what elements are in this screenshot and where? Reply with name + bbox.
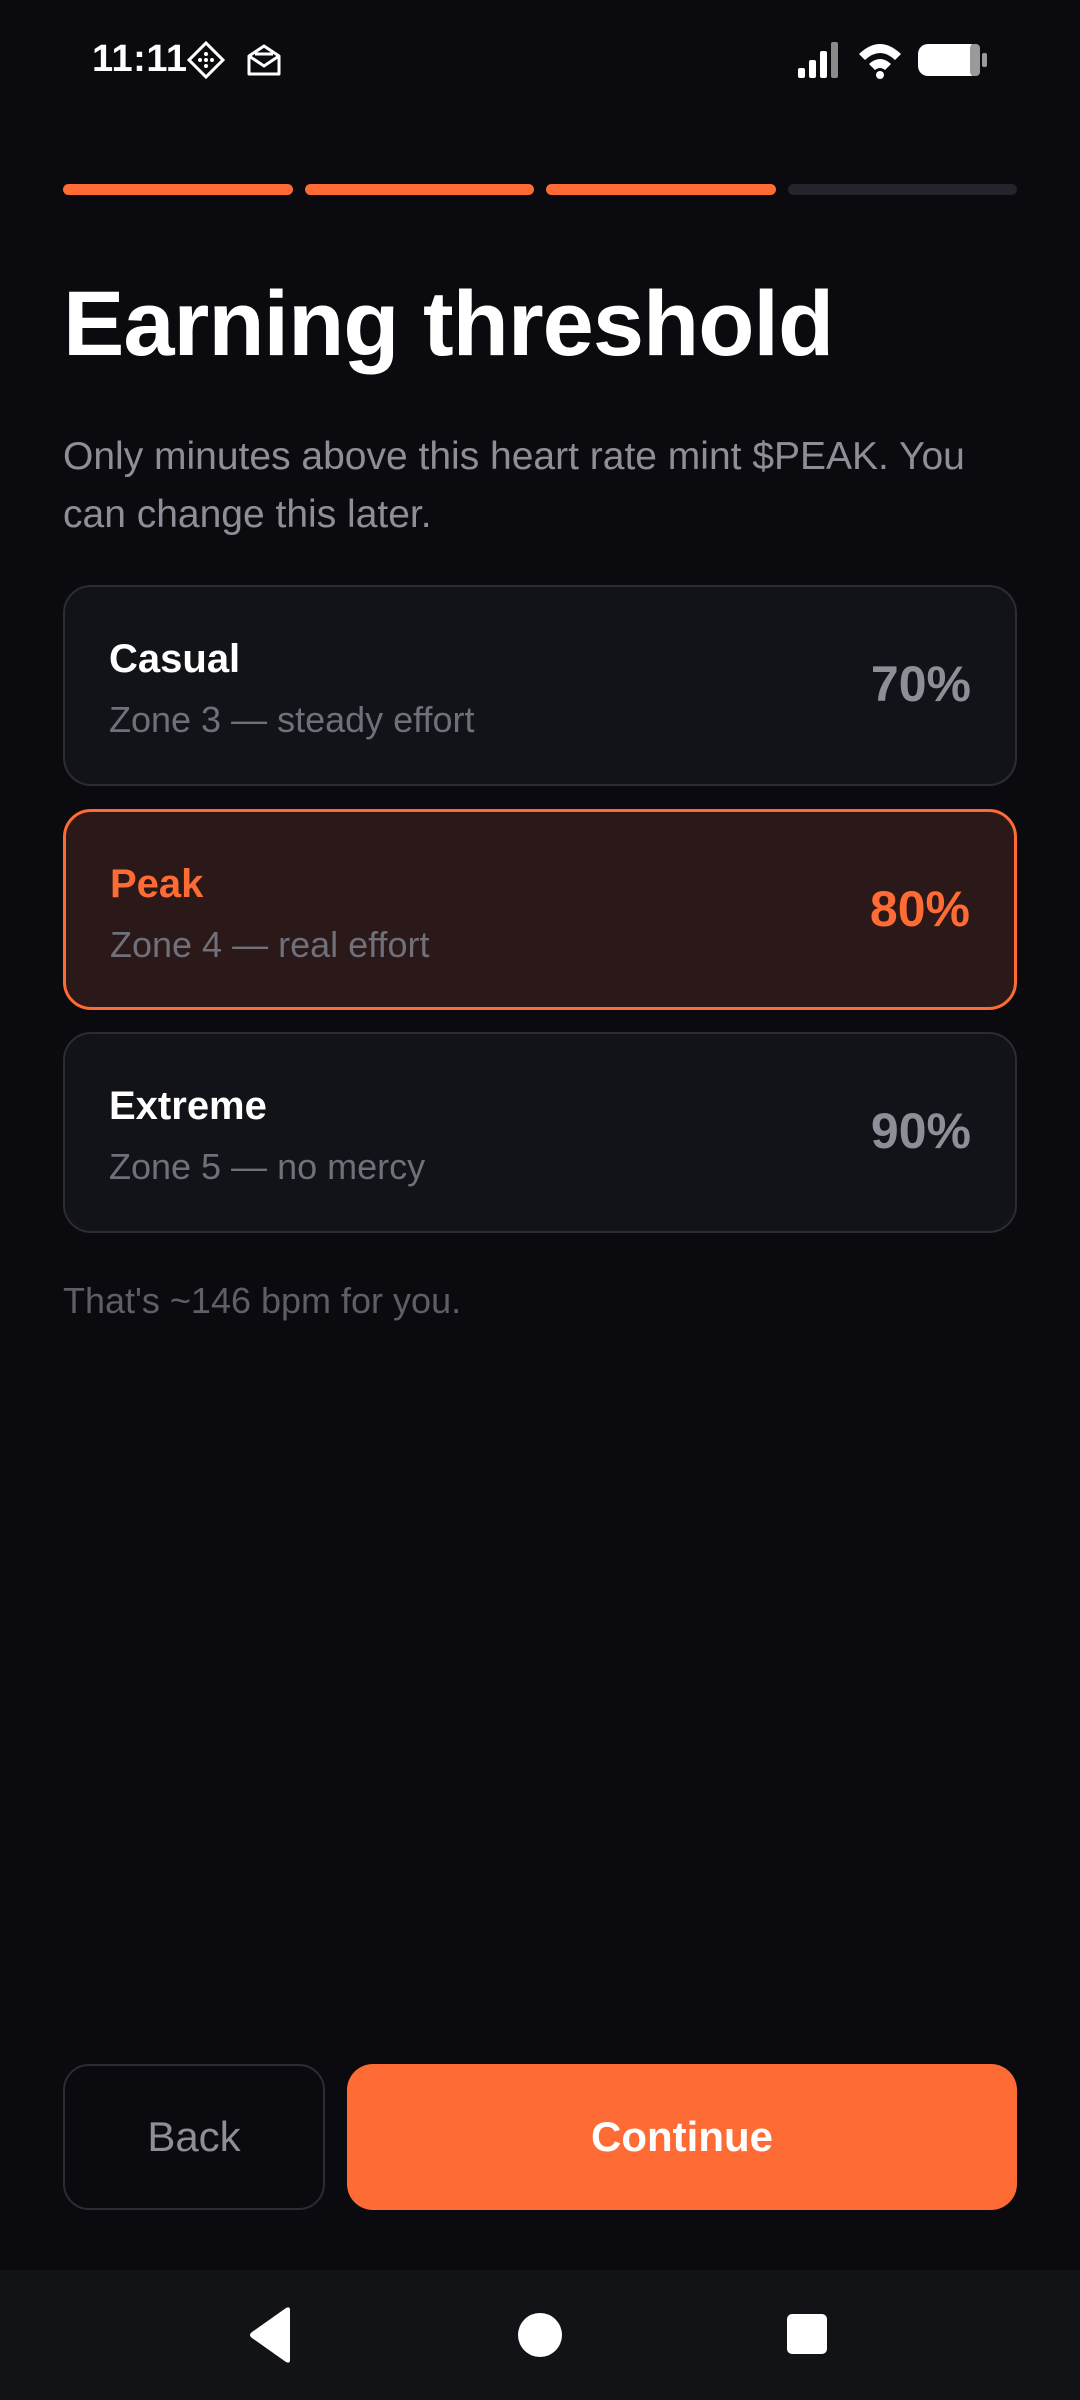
wifi-icon xyxy=(857,40,903,80)
option-percent: 90% xyxy=(870,1103,971,1159)
bpm-note: That's ~146 bpm for you. xyxy=(63,1280,462,1321)
option-description: Zone 4 — real effort xyxy=(110,924,430,965)
progress-step-2 xyxy=(304,184,534,195)
progress-step-1 xyxy=(63,184,293,195)
option-percent: 80% xyxy=(869,881,970,937)
home-circle-icon[interactable] xyxy=(517,2306,563,2369)
option-description: Zone 3 — steady effort xyxy=(109,699,475,740)
option-description: Zone 5 — no mercy xyxy=(109,1146,426,1187)
progress-step-3 xyxy=(546,184,776,195)
option-name: Peak xyxy=(110,862,204,906)
status-bar: 11:11 xyxy=(0,0,1080,124)
option-name: Extreme xyxy=(109,1084,267,1128)
back-triangle-icon[interactable] xyxy=(246,2306,296,2369)
option-peak[interactable]: Peak Zone 4 — real effort 80% xyxy=(63,809,1017,1010)
option-extreme[interactable]: Extreme Zone 5 — no mercy 90% xyxy=(63,1032,1017,1233)
page-subtitle: Only minutes above this heart rate mint … xyxy=(63,435,965,536)
signal-icon xyxy=(796,40,842,80)
onboarding-progress xyxy=(63,184,1017,195)
continue-button[interactable]: Continue xyxy=(347,2064,1017,2210)
diamond-app-icon xyxy=(186,40,226,80)
mail-open-icon xyxy=(244,40,284,80)
status-time: 11:11 xyxy=(92,38,188,80)
back-button[interactable]: Back xyxy=(63,2064,325,2210)
option-casual[interactable]: Casual Zone 3 — steady effort 70% xyxy=(63,585,1017,786)
battery-icon xyxy=(916,40,990,80)
progress-step-4 xyxy=(787,184,1017,195)
option-percent: 70% xyxy=(870,656,971,712)
system-nav-bar xyxy=(0,2270,1080,2400)
recents-square-icon[interactable] xyxy=(786,2306,828,2369)
page-title: Earning threshold xyxy=(63,273,834,375)
option-name: Casual xyxy=(109,637,241,681)
